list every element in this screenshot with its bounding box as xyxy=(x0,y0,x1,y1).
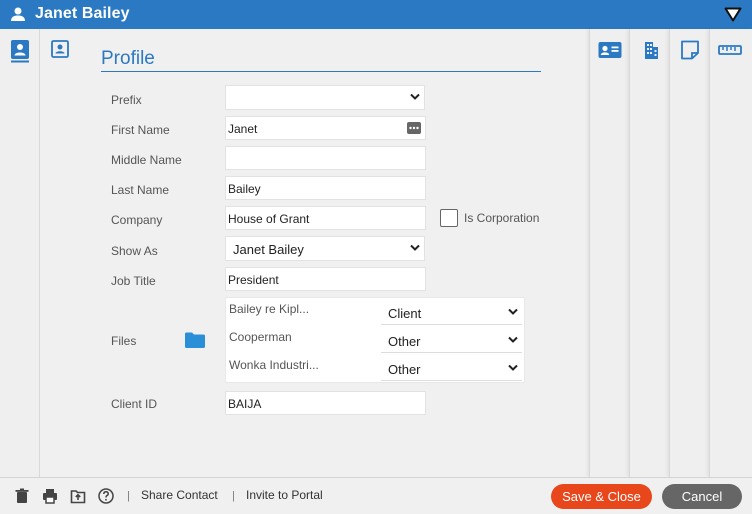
more-icon[interactable] xyxy=(407,122,421,134)
files-list: Bailey re Kipl... Client Cooperman Other… xyxy=(225,297,525,383)
prefix-select[interactable] xyxy=(225,85,425,110)
middle-name-label: Middle Name xyxy=(111,153,182,167)
client-id-label: Client ID xyxy=(111,397,158,411)
invite-to-portal-link[interactable]: Invite to Portal xyxy=(246,488,323,502)
save-close-button[interactable]: Save & Close xyxy=(551,484,652,509)
file-name[interactable]: Bailey re Kipl... xyxy=(229,302,309,316)
separator: | xyxy=(127,490,130,502)
file-type-select[interactable]: Other xyxy=(381,357,522,381)
prefix-label: Prefix xyxy=(111,93,142,107)
last-name-value: Bailey xyxy=(228,182,261,196)
triangle-down-icon[interactable] xyxy=(724,7,742,22)
right-panel-company[interactable] xyxy=(629,29,669,477)
contact-window: Janet Bailey Profile Prefix First Name J… xyxy=(0,0,752,514)
right-panel-measure[interactable] xyxy=(709,29,752,477)
print-icon[interactable] xyxy=(42,488,58,504)
job-title-field[interactable]: President xyxy=(225,267,426,291)
file-type-select[interactable]: Client xyxy=(381,301,522,325)
is-corporation-checkbox[interactable] xyxy=(440,209,458,227)
cancel-button[interactable]: Cancel xyxy=(662,484,742,509)
separator: | xyxy=(232,490,235,502)
title-bar: Janet Bailey xyxy=(0,0,752,29)
company-field[interactable]: House of Grant xyxy=(225,206,426,230)
chevron-down-icon xyxy=(508,364,518,371)
file-type-select[interactable]: Other xyxy=(381,329,522,353)
first-name-field[interactable]: Janet xyxy=(225,116,426,140)
share-contact-link[interactable]: Share Contact xyxy=(141,488,218,502)
last-name-field[interactable]: Bailey xyxy=(225,176,426,200)
company-value: House of Grant xyxy=(228,212,310,226)
client-id-value: BAIJA xyxy=(228,397,262,411)
right-panel-contact-card[interactable] xyxy=(589,29,629,477)
chevron-down-icon xyxy=(508,336,518,343)
export-icon[interactable] xyxy=(70,488,86,504)
file-type-value: Client xyxy=(388,306,422,321)
client-id-field[interactable]: BAIJA xyxy=(225,391,426,415)
file-name[interactable]: Cooperman xyxy=(229,330,292,344)
building-icon[interactable] xyxy=(638,40,662,60)
right-panel-notes[interactable] xyxy=(669,29,709,477)
page-title: Profile xyxy=(101,49,541,72)
company-label: Company xyxy=(111,213,163,227)
chevron-down-icon xyxy=(410,93,420,100)
file-type-value: Other xyxy=(388,362,421,377)
show-as-select[interactable]: Janet Bailey xyxy=(225,236,425,261)
is-corporation-label: Is Corporation xyxy=(464,211,540,225)
trash-icon[interactable] xyxy=(14,488,30,504)
file-type-value: Other xyxy=(388,334,421,349)
note-icon[interactable] xyxy=(678,40,702,60)
job-title-value: President xyxy=(228,273,279,287)
contact-book-icon[interactable] xyxy=(10,39,30,63)
contact-card-icon[interactable] xyxy=(598,40,622,60)
ruler-icon[interactable] xyxy=(718,40,742,60)
chevron-down-icon xyxy=(410,244,420,251)
folder-icon[interactable] xyxy=(184,331,206,349)
show-as-label: Show As xyxy=(111,244,158,258)
help-icon[interactable] xyxy=(98,488,114,504)
first-name-label: First Name xyxy=(111,123,170,137)
last-name-label: Last Name xyxy=(111,183,170,197)
main-panel: Profile Prefix First Name Janet Middle N… xyxy=(41,29,589,477)
window-title: Janet Bailey xyxy=(35,5,130,22)
contact-card-icon[interactable] xyxy=(51,40,69,58)
files-label: Files xyxy=(111,334,137,348)
file-name[interactable]: Wonka Industri... xyxy=(229,358,319,372)
left-rail xyxy=(0,29,40,477)
job-title-label: Job Title xyxy=(111,274,156,288)
first-name-value: Janet xyxy=(228,122,258,136)
bottom-toolbar: | Share Contact | Invite to Portal Save … xyxy=(0,477,752,514)
user-icon xyxy=(11,7,25,21)
chevron-down-icon xyxy=(508,308,518,315)
middle-name-field[interactable] xyxy=(225,146,426,170)
show-as-value: Janet Bailey xyxy=(233,242,304,257)
